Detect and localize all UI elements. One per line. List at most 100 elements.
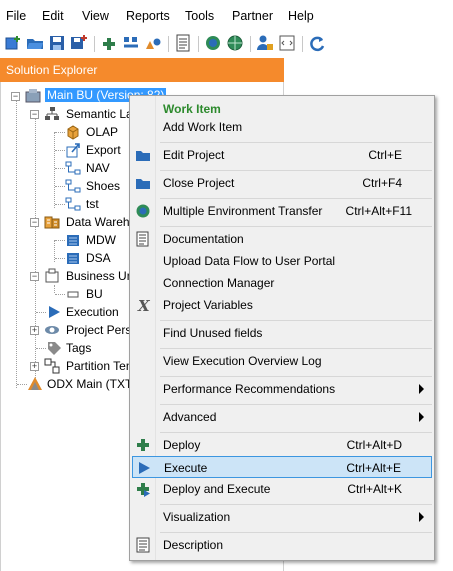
user-lock-icon[interactable]	[256, 34, 274, 52]
snippet-icon[interactable]	[278, 34, 296, 52]
menu-separator	[160, 198, 432, 199]
save-all-icon[interactable]	[70, 34, 88, 52]
data-warehouse-icon	[44, 214, 60, 230]
toolbar-separator	[302, 36, 303, 52]
submenu-arrow-icon	[419, 384, 424, 394]
play-icon	[46, 304, 62, 320]
partition-icon	[44, 358, 60, 374]
tree-node-execution[interactable]: Execution	[46, 303, 136, 321]
menu-tools[interactable]: Tools	[185, 9, 214, 23]
menu-item-add-work-item[interactable]: Add Work Item	[132, 116, 432, 138]
tree-node-mdw[interactable]: MDW	[65, 231, 125, 249]
menu-item-deploy-and-execute[interactable]: Deploy and Execute Ctrl+Alt+K	[132, 478, 432, 500]
tree-line	[55, 204, 65, 205]
database-icon	[65, 232, 81, 248]
menu-item-documentation[interactable]: Documentation	[132, 228, 432, 250]
solution-explorer-header: Solution Explorer	[0, 58, 284, 82]
menu-edit[interactable]: Edit	[42, 9, 64, 23]
menu-item-project-variables[interactable]: X Project Variables	[132, 294, 432, 316]
open-folder-icon[interactable]	[26, 34, 44, 52]
submenu-arrow-icon	[419, 512, 424, 522]
refresh-icon[interactable]	[308, 34, 326, 52]
collapse-toggle[interactable]: −	[11, 92, 20, 101]
toolbar	[0, 30, 453, 58]
menu-item-performance-recommendations[interactable]: Performance Recommendations	[132, 378, 432, 400]
tree-node-business-units[interactable]: − Business Uni	[30, 267, 140, 285]
menu-item-edit-project[interactable]: Edit Project Ctrl+E	[132, 144, 432, 166]
tree-node-dsa[interactable]: DSA	[65, 249, 125, 267]
semantic-layer-icon	[44, 106, 60, 122]
tree-line	[36, 348, 46, 349]
new-project-icon[interactable]	[4, 34, 22, 52]
data-flow-icon[interactable]	[204, 34, 222, 52]
menu-item-view-execution-overview-log[interactable]: View Execution Overview Log	[132, 350, 432, 372]
svg-text:X: X	[137, 297, 151, 313]
collapse-toggle[interactable]: −	[30, 272, 39, 281]
tree-node-bu[interactable]: BU	[65, 285, 125, 303]
tree-node-export[interactable]: Export	[65, 141, 125, 159]
menu-item-connection-manager[interactable]: Connection Manager	[132, 272, 432, 294]
collapse-toggle[interactable]: −	[30, 218, 39, 227]
globe-icon[interactable]	[226, 34, 244, 52]
menu-item-close-project[interactable]: Close Project Ctrl+F4	[132, 172, 432, 194]
document-icon	[135, 231, 151, 247]
add-object-icon[interactable]	[100, 34, 118, 52]
menu-view[interactable]: View	[82, 9, 109, 23]
document-icon[interactable]	[174, 34, 192, 52]
menu-item-find-unused-fields[interactable]: Find Unused fields	[132, 322, 432, 344]
menu-item-multiple-environment-transfer[interactable]: Multiple Environment Transfer Ctrl+Alt+F…	[132, 200, 432, 222]
menu-item-visualization[interactable]: Visualization	[132, 506, 432, 528]
tree-node-nav[interactable]: NAV	[65, 159, 125, 177]
menu-file[interactable]: File	[6, 9, 26, 23]
toolbar-separator	[168, 36, 169, 52]
tree-line	[55, 168, 65, 169]
menu-reports[interactable]: Reports	[126, 9, 170, 23]
expand-toggle[interactable]: +	[30, 326, 39, 335]
tree-line	[54, 132, 55, 208]
variable-x-icon: X	[135, 297, 151, 315]
tree-line	[55, 294, 65, 295]
menu-partner[interactable]: Partner	[232, 9, 273, 23]
tag-icon	[46, 340, 62, 356]
menu-separator	[160, 404, 432, 405]
bu-icon	[65, 286, 81, 302]
expand-toggle[interactable]: +	[30, 362, 39, 371]
menu-item-deploy[interactable]: Deploy Ctrl+Alt+D	[132, 434, 432, 456]
tree-node-data-warehouses[interactable]: − Data Wareho	[30, 213, 140, 231]
description-icon	[135, 537, 151, 553]
perspective-icon	[44, 322, 60, 338]
deploy-icon[interactable]	[122, 34, 140, 52]
menu-item-advanced[interactable]: Advanced	[132, 406, 432, 428]
menu-item-upload-data-flow[interactable]: Upload Data Flow to User Portal	[132, 250, 432, 272]
tree-node-project-perspectives[interactable]: + Project Persp	[30, 321, 140, 339]
tree-line	[17, 384, 27, 385]
collapse-toggle[interactable]: −	[30, 110, 39, 119]
tree-node-partition-templates[interactable]: + Partition Tem	[30, 357, 140, 375]
folder-icon	[135, 147, 151, 163]
tree-node-tst[interactable]: tst	[65, 195, 125, 213]
toolbar-separator	[250, 36, 251, 52]
olap-cube-icon	[65, 124, 81, 140]
tree-line	[54, 285, 55, 293]
menu-separator	[160, 226, 432, 227]
execute-icon[interactable]	[144, 34, 162, 52]
hierarchy-icon	[65, 196, 81, 212]
save-icon[interactable]	[48, 34, 66, 52]
play-icon	[136, 460, 152, 476]
tree-node-tags[interactable]: Tags	[46, 339, 136, 357]
menu-item-execute[interactable]: Execute Ctrl+Alt+E	[132, 456, 432, 478]
tree-node-olap[interactable]: OLAP	[65, 123, 125, 141]
deploy-execute-icon	[135, 481, 151, 497]
menu-separator	[160, 376, 432, 377]
menu-separator	[160, 432, 432, 433]
tree-line	[16, 96, 17, 388]
hierarchy-icon	[65, 178, 81, 194]
menu-separator	[160, 504, 432, 505]
menu-help[interactable]: Help	[288, 9, 314, 23]
tree-node-odx-main[interactable]: ODX Main (TXTL	[27, 375, 139, 393]
menu-separator	[160, 532, 432, 533]
tree-node-shoes[interactable]: Shoes	[65, 177, 125, 195]
context-menu: Work Item Add Work Item Edit Project Ctr…	[129, 95, 435, 561]
menu-item-description[interactable]: Description	[132, 534, 432, 556]
tree-node-semantic-layer[interactable]: − Semantic Lay	[30, 105, 140, 123]
